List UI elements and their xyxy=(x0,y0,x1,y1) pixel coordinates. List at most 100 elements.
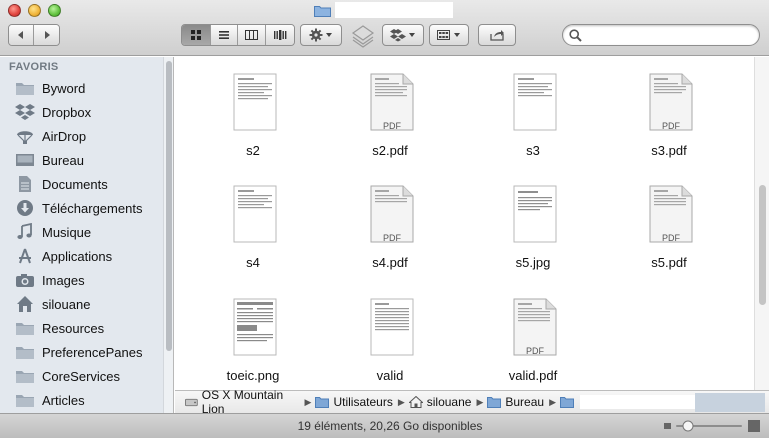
sidebar-item-images[interactable]: Images xyxy=(14,268,160,292)
sidebar-item-label: silouane xyxy=(42,296,91,312)
path-crumb-current[interactable] xyxy=(560,392,765,412)
sidebar-item-bureau[interactable]: Bureau xyxy=(14,148,160,172)
path-separator-icon: ▶ xyxy=(476,396,484,407)
back-forward-control[interactable] xyxy=(8,24,60,46)
path-crumb-users[interactable]: Utilisateurs ▶ xyxy=(315,395,405,409)
file-icon-grid: s2 PDF s2.pdf s3 PDF s3.pdf s4 PDF s4.pd… xyxy=(175,57,769,390)
file-item-s2-pdf[interactable]: PDF s2.pdf xyxy=(330,57,450,167)
sidebar-item-documents[interactable]: Documents xyxy=(14,172,160,196)
icon-size-slider[interactable] xyxy=(664,420,760,432)
search-field[interactable] xyxy=(562,24,760,46)
status-bar: 19 éléments, 20,26 Go disponibles xyxy=(0,413,769,438)
path-separator-icon: ▶ xyxy=(304,396,312,407)
pdf-badge: PDF xyxy=(383,233,401,243)
grid-icon xyxy=(190,30,201,40)
file-item-valid-pdf[interactable]: PDF valid.pdf xyxy=(473,282,593,390)
sidebar-scrollbar[interactable] xyxy=(163,57,173,413)
document-thumbnail-icon xyxy=(513,73,557,131)
file-item-s5-pdf[interactable]: PDF s5.pdf xyxy=(609,169,729,279)
file-item-toeic-png[interactable]: toeic.png xyxy=(193,282,313,390)
sidebar-item-label: Applications xyxy=(42,248,113,264)
sidebar-item-byword[interactable]: Byword xyxy=(14,76,160,100)
folder-icon xyxy=(560,397,574,408)
sidebar-item-coreservices[interactable]: CoreServices xyxy=(14,364,160,388)
zoom-window-button[interactable] xyxy=(48,4,61,17)
gear-icon xyxy=(309,28,332,42)
file-name: valid xyxy=(376,368,404,383)
sidebar-item-label: Images xyxy=(42,272,85,288)
sidebar-item-preferencepanes[interactable]: PreferencePanes xyxy=(14,340,160,364)
dropbox-menu-button[interactable] xyxy=(382,24,424,46)
hard-drive-icon xyxy=(185,398,198,407)
pdf-badge: PDF xyxy=(383,121,401,131)
folder-icon xyxy=(14,366,36,386)
path-crumb-home[interactable]: silouane ▶ xyxy=(408,395,484,409)
sidebar-item-label: Articles xyxy=(42,392,85,408)
home-icon xyxy=(408,396,423,408)
window-title-redacted xyxy=(335,2,453,18)
file-name: s3.pdf xyxy=(651,143,687,158)
folder-icon xyxy=(314,6,331,17)
file-item-valid[interactable]: valid xyxy=(330,282,450,390)
file-item-s5-jpg[interactable]: s5.jpg xyxy=(473,169,593,279)
column-view-button[interactable] xyxy=(238,25,266,45)
view-mode-control[interactable] xyxy=(181,24,295,46)
sidebar-item-airdrop[interactable]: AirDrop xyxy=(14,124,160,148)
file-item-s2[interactable]: s2 xyxy=(193,57,313,167)
icon-view-button[interactable] xyxy=(182,25,211,45)
coverflow-view-button[interactable] xyxy=(265,25,294,45)
path-separator-icon: ▶ xyxy=(397,396,405,407)
file-item-s3[interactable]: s3 xyxy=(473,57,593,167)
arrange-menu-button[interactable] xyxy=(429,24,469,46)
applications-icon xyxy=(14,246,36,266)
pdf-badge: PDF xyxy=(662,121,680,131)
status-text: 19 éléments, 20,26 Go disponibles xyxy=(297,419,483,433)
file-item-s4[interactable]: s4 xyxy=(193,169,313,279)
path-crumb-bureau[interactable]: Bureau ▶ xyxy=(487,395,556,409)
home-icon xyxy=(14,294,36,314)
list-view-button[interactable] xyxy=(210,25,239,45)
sidebar-item-label: AirDrop xyxy=(42,128,87,144)
file-name: s2.pdf xyxy=(372,143,408,158)
path-crumb-label: OS X Mountain Lion xyxy=(201,388,284,416)
pdf-badge: PDF xyxy=(526,346,544,356)
sidebar-item-label: Documents xyxy=(42,176,108,192)
minimize-window-button[interactable] xyxy=(28,4,41,17)
sidebar-item-silouane[interactable]: silouane xyxy=(14,292,160,316)
file-item-s3-pdf[interactable]: PDF s3.pdf xyxy=(609,57,729,167)
share-button[interactable] xyxy=(478,24,516,46)
sidebar-item-resources[interactable]: Resources xyxy=(14,316,160,340)
dropbox-icon xyxy=(390,29,415,42)
arrange-stack-icon[interactable] xyxy=(350,24,376,48)
sidebar-scroll-thumb[interactable] xyxy=(166,61,172,351)
content-scroll-thumb[interactable] xyxy=(759,185,766,305)
file-name: s4.pdf xyxy=(372,255,408,270)
file-name: s4 xyxy=(246,255,260,270)
action-menu-button[interactable] xyxy=(300,24,342,46)
sidebar-item-articles[interactable]: Articles xyxy=(14,388,160,412)
back-arrow-icon xyxy=(18,31,23,39)
file-item-s4-pdf[interactable]: PDF s4.pdf xyxy=(330,169,450,279)
back-button[interactable] xyxy=(9,25,35,45)
dropbox-icon xyxy=(14,102,36,122)
document-thumbnail-icon xyxy=(233,73,277,131)
sidebar-item-label: PreferencePanes xyxy=(42,344,143,360)
path-crumb-redacted xyxy=(580,395,695,409)
search-icon xyxy=(569,28,582,42)
sidebar-item-telechargements[interactable]: Téléchargements xyxy=(14,196,160,220)
path-crumb-volume[interactable]: OS X Mountain Lion ▶ xyxy=(185,388,311,416)
window-titlebar xyxy=(0,0,769,56)
list-icon xyxy=(218,31,229,39)
document-thumbnail-icon xyxy=(370,298,414,356)
sidebar-item-applications[interactable]: Applications xyxy=(14,244,160,268)
sidebar-item-dropbox[interactable]: Dropbox xyxy=(14,100,160,124)
sidebar-item-musique[interactable]: Musique xyxy=(14,220,160,244)
downloads-icon xyxy=(14,198,36,218)
path-separator-icon: ▶ xyxy=(549,396,556,407)
forward-button[interactable] xyxy=(34,25,59,45)
airdrop-icon xyxy=(14,126,36,146)
content-scrollbar[interactable] xyxy=(754,57,769,390)
close-window-button[interactable] xyxy=(8,4,21,17)
search-input[interactable] xyxy=(586,28,759,42)
sidebar-item-label: Byword xyxy=(42,80,86,96)
